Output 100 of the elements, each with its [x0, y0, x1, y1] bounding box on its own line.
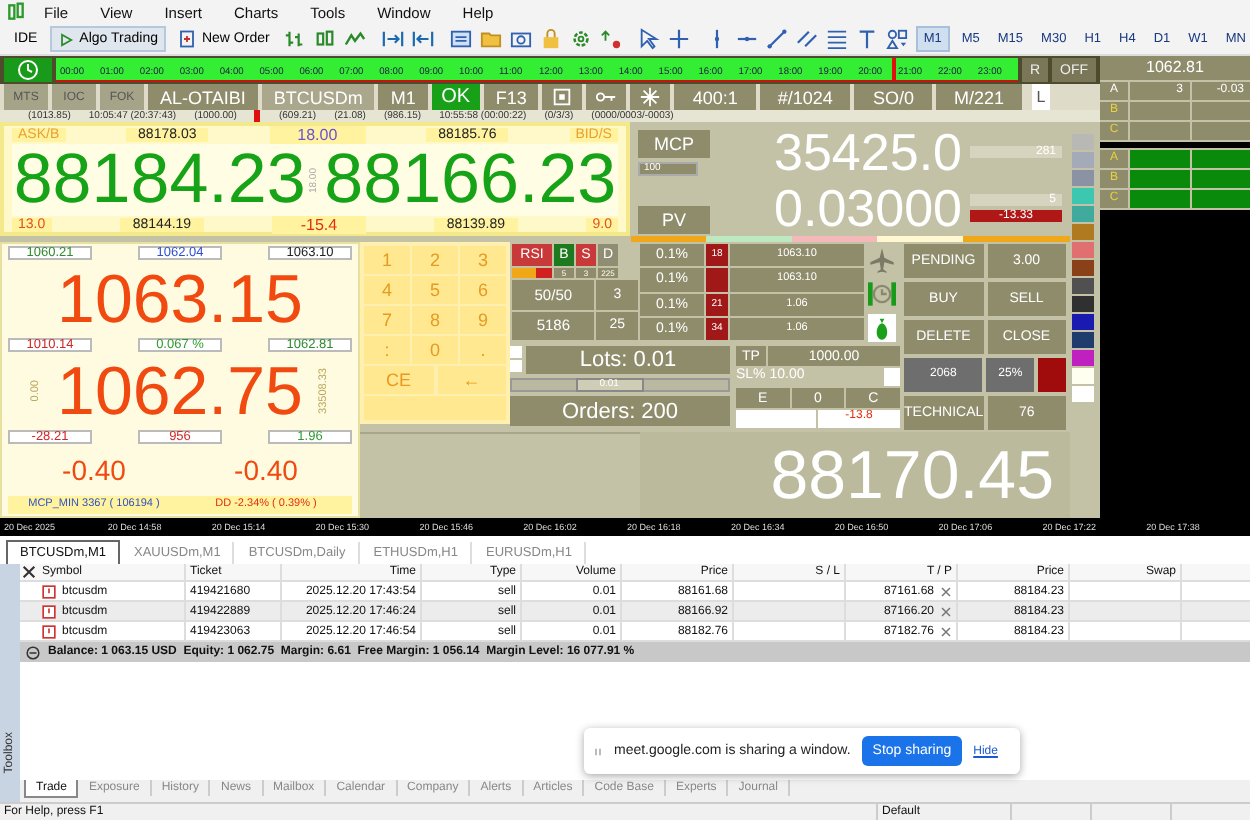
- keypad-key[interactable]: 6: [460, 276, 506, 304]
- camera-icon[interactable]: [509, 28, 532, 50]
- account-stat[interactable]: SO/0: [854, 84, 932, 110]
- color-swatch[interactable]: [1072, 206, 1094, 222]
- keypad-key[interactable]: 5: [412, 276, 458, 304]
- color-swatch[interactable]: [1072, 314, 1094, 330]
- keypad-bar: [364, 396, 506, 420]
- mcp-value: 35425.0: [772, 126, 962, 178]
- clock-icon[interactable]: [866, 280, 898, 308]
- profit-value: -0.40: [60, 454, 128, 486]
- table-cell: [1130, 122, 1189, 140]
- lock-icon[interactable]: [539, 28, 562, 50]
- position-icon: [42, 603, 56, 619]
- keypad-key[interactable]: 2: [412, 246, 458, 274]
- checkbox[interactable]: [510, 346, 522, 358]
- color-swatch[interactable]: [1072, 332, 1094, 348]
- quote-stat: -15.4: [272, 216, 366, 234]
- table-cell: [1191, 102, 1250, 120]
- sl-checkbox[interactable]: [884, 368, 900, 386]
- order-field[interactable]: M1: [378, 84, 428, 110]
- keypad-key[interactable]: 3: [460, 246, 506, 274]
- color-swatch[interactable]: [1072, 188, 1094, 204]
- color-swatch[interactable]: [1072, 134, 1094, 150]
- chart-window-icon[interactable]: [449, 28, 472, 50]
- drag-handle-icon[interactable]: [594, 743, 602, 759]
- keypad-key[interactable]: 9: [460, 306, 506, 334]
- keypad-key[interactable]: :: [364, 336, 410, 364]
- color-swatch[interactable]: [1072, 368, 1094, 384]
- keypad-key[interactable]: 1: [364, 246, 410, 274]
- table-cell: [1191, 190, 1250, 208]
- keypad-key[interactable]: 7: [364, 306, 410, 334]
- table-cell: [1191, 150, 1250, 168]
- mcp-button[interactable]: MCP: [638, 129, 710, 157]
- keypad-key[interactable]: .: [460, 336, 506, 364]
- account-stat[interactable]: #/1024: [759, 84, 851, 110]
- color-swatch[interactable]: [1072, 350, 1094, 366]
- spread-text: 18.00: [269, 126, 366, 144]
- keypad-key[interactable]: ←: [437, 366, 506, 394]
- line-chart-icon[interactable]: [343, 28, 366, 50]
- table-cell: [1130, 190, 1189, 208]
- crosshair-icon[interactable]: [667, 28, 690, 50]
- folder-icon[interactable]: [479, 28, 502, 50]
- keypad-key[interactable]: CE: [364, 366, 433, 394]
- price-value: 1063.15: [57, 265, 303, 333]
- table-cell: [1130, 150, 1189, 168]
- keypad-key[interactable]: 8: [412, 306, 458, 334]
- keypad-key[interactable]: 0: [412, 336, 458, 364]
- pv-value: 0.03000: [772, 182, 962, 234]
- chart-shift-icon[interactable]: [381, 28, 404, 50]
- close-icon[interactable]: [20, 564, 38, 580]
- color-swatch[interactable]: [1072, 242, 1094, 258]
- document-plus-icon: [177, 30, 196, 48]
- airplane-icon[interactable]: [868, 246, 896, 274]
- play-icon: [57, 31, 74, 47]
- trend-line-icon[interactable]: [765, 28, 788, 50]
- channel-icon[interactable]: [795, 28, 818, 50]
- keypad-key[interactable]: 4: [364, 276, 410, 304]
- color-swatch[interactable]: [1072, 386, 1094, 402]
- account-stat[interactable]: M/221: [935, 84, 1022, 110]
- key-icon[interactable]: [586, 84, 627, 110]
- gear-icon[interactable]: [569, 28, 592, 50]
- price-value: 1062.75: [57, 357, 303, 425]
- table-cell: [1191, 122, 1250, 140]
- money-bag-icon[interactable]: [868, 314, 896, 342]
- color-swatch[interactable]: [1072, 152, 1094, 168]
- square-icon[interactable]: [542, 84, 583, 110]
- collapse-icon[interactable]: [26, 645, 40, 659]
- count-cell: [706, 268, 728, 291]
- color-swatch[interactable]: [1072, 278, 1094, 294]
- color-swatch[interactable]: [1072, 296, 1094, 312]
- pv-button[interactable]: PV: [638, 206, 710, 234]
- orders-button[interactable]: Orders: 200: [510, 396, 730, 426]
- position-icon: [42, 623, 56, 639]
- color-swatch[interactable]: [1072, 170, 1094, 186]
- price-value: 88170.45: [770, 441, 1054, 509]
- color-swatch[interactable]: [1072, 224, 1094, 240]
- bid-price: 88166.23: [324, 144, 617, 216]
- checkbox[interactable]: [510, 360, 522, 372]
- signal-icon[interactable]: [599, 28, 622, 50]
- lots-button[interactable]: Lots: 0.01: [526, 346, 730, 374]
- bar-chart-icon[interactable]: [283, 28, 306, 50]
- l-button[interactable]: L: [1031, 84, 1050, 110]
- cursor-icon[interactable]: [637, 28, 660, 50]
- shapes-icon[interactable]: [885, 28, 908, 50]
- clock-icon[interactable]: [4, 58, 52, 82]
- candlestick-icon[interactable]: [313, 28, 336, 50]
- price-header: 1062.81: [1100, 56, 1250, 80]
- account-stat[interactable]: 400:1: [674, 84, 756, 110]
- text-icon[interactable]: [855, 28, 878, 50]
- app-logo-icon: [6, 2, 26, 22]
- order-field[interactable]: BTCUSDm: [261, 84, 375, 110]
- ok-button[interactable]: OK: [431, 84, 480, 110]
- fibonacci-icon[interactable]: [825, 28, 848, 50]
- indicator-square: [1038, 358, 1066, 392]
- color-swatch[interactable]: [1072, 260, 1094, 276]
- order-field[interactable]: AL-OTAIBI: [148, 84, 258, 110]
- autoscroll-icon[interactable]: [411, 28, 434, 50]
- tag-button[interactable]: F13: [483, 84, 539, 110]
- stats-marker: [254, 110, 261, 122]
- table-cell: [1191, 170, 1250, 188]
